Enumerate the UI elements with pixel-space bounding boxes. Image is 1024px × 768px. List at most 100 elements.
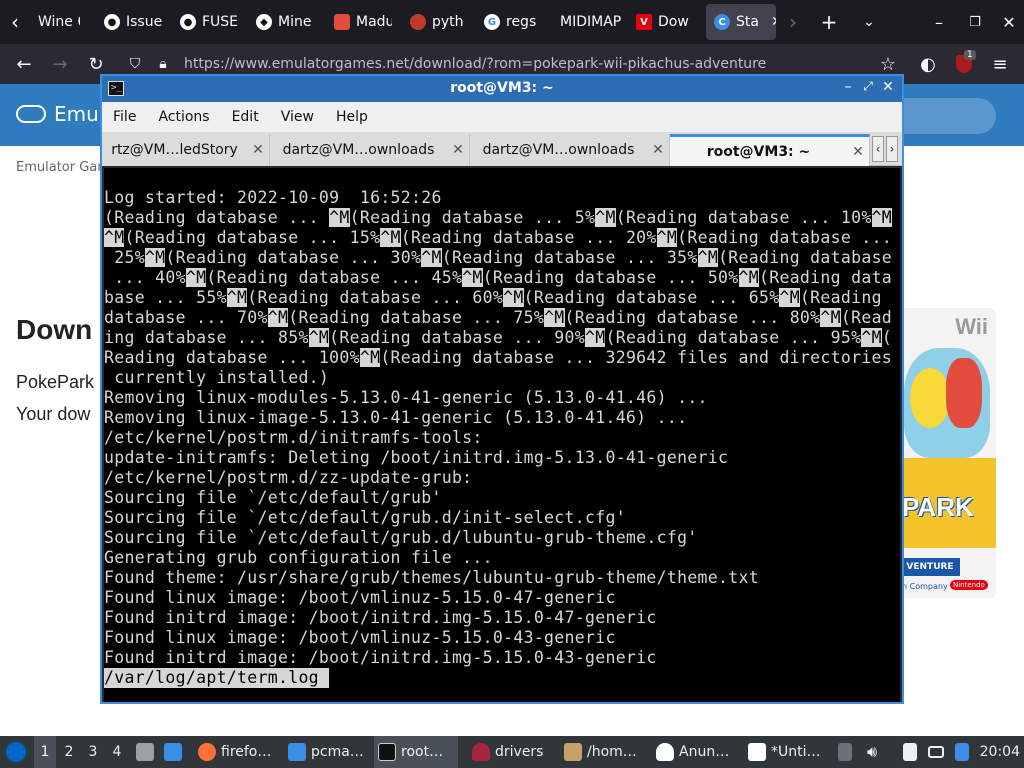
python-icon [410, 14, 426, 30]
terminal-line: Found initrd image: /boot/initrd.img-5.1… [104, 648, 657, 667]
workspace-1[interactable]: 1 [34, 736, 56, 768]
tab-scroll-right-icon[interactable]: › [886, 136, 898, 162]
cover-title: PARK [902, 492, 974, 522]
site-logo[interactable]: Emul [16, 102, 104, 126]
minimize-button[interactable]: – [922, 0, 956, 44]
terminal-line: Found theme: /usr/share/grub/themes/lubu… [104, 568, 759, 587]
terminal-icon [378, 743, 396, 761]
terminal-tab-active[interactable]: root@VM3: ~ ✕ [670, 134, 870, 166]
download-site-icon: V [636, 14, 652, 30]
maximize-button[interactable]: ⤢ [858, 79, 878, 99]
terminal-line: Found initrd image: /boot/initrd.img-5.1… [104, 608, 657, 627]
browser-tab[interactable]: pyth [402, 4, 470, 40]
maximize-button[interactable]: ❐ [958, 0, 992, 44]
tab-scroll-left-icon[interactable]: ‹ [872, 136, 884, 162]
browser-tab-label: FUSE [202, 14, 239, 30]
terminal-tab[interactable]: dartz@VM…ownloads ✕ [270, 134, 470, 166]
menu-edit[interactable]: Edit [221, 109, 270, 125]
ghost-icon [656, 743, 674, 761]
task-archive[interactable]: /hom… [560, 736, 644, 768]
clipboard-icon[interactable] [900, 736, 920, 768]
back-button[interactable]: ← [8, 44, 40, 84]
browser-tab-label: Dow [658, 14, 689, 30]
menu-view[interactable]: View [270, 109, 325, 125]
workspace-2[interactable]: 2 [58, 736, 80, 768]
menu-icon[interactable]: ≡ [984, 44, 1016, 84]
show-desktop-icon[interactable] [162, 736, 184, 768]
browser-tab[interactable]: Wine 64 [30, 4, 80, 40]
breadcrumb[interactable]: Emulator Gam [16, 160, 110, 175]
extension-badge: 1 [964, 50, 976, 60]
task-firefox[interactable]: firefo… [194, 736, 278, 768]
wine-glass-icon [472, 743, 490, 761]
browser-tab[interactable]: Madu [326, 4, 392, 40]
browser-tab[interactable]: MIDIMAP [552, 4, 622, 40]
browser-tab-label: Sta [736, 14, 759, 30]
ublock-icon[interactable]: 1 [948, 44, 980, 84]
close-tab-icon[interactable]: ✕ [847, 144, 869, 160]
terminal-title: root@VM3: ~ [450, 80, 554, 96]
tab-scroll-left-button[interactable]: ‹ [0, 0, 30, 44]
minimize-button[interactable]: – [838, 79, 858, 99]
browser-tab[interactable]: ● Issue [96, 4, 164, 40]
start-menu-button[interactable] [4, 736, 28, 768]
clock[interactable]: 20:04 [980, 744, 1020, 760]
game-name-text: PokePark [16, 372, 95, 392]
archive-icon [564, 743, 582, 761]
task-text-editor[interactable]: *Unti… [744, 736, 828, 768]
volume-icon[interactable]: 🔊︎ [862, 736, 882, 768]
terminal-line: update-initramfs: Deleting /boot/initrd.… [104, 448, 729, 467]
github-icon: ● [180, 14, 196, 30]
close-tab-icon[interactable]: ✕ [771, 14, 776, 30]
close-tab-icon[interactable]: ✕ [247, 142, 269, 158]
lock-icon[interactable]: 🔒︎ [152, 56, 174, 72]
terminal-tab[interactable]: rtz@VM…ledStory ✕ [102, 134, 270, 166]
cover-art-character [946, 358, 982, 428]
close-window-button[interactable]: ✕ [992, 0, 1024, 44]
trash-icon[interactable] [134, 736, 156, 768]
list-tabs-button[interactable]: ⌄ [854, 0, 884, 44]
task-label: drivers [495, 744, 544, 760]
browser-tab-label: Madu [356, 14, 392, 30]
task-anun[interactable]: Anun… [652, 736, 736, 768]
workspace-3[interactable]: 3 [82, 736, 104, 768]
menu-actions[interactable]: Actions [147, 109, 220, 125]
browser-tab-active[interactable]: C Sta ✕ [706, 4, 776, 40]
terminal-tab-label: dartz@VM…ownloads [482, 142, 635, 158]
update-notifier-icon[interactable] [952, 736, 972, 768]
task-drivers[interactable]: drivers [468, 736, 552, 768]
terminal-output[interactable]: Log started: 2022-10-09 16:52:26 (Reading… [104, 168, 900, 702]
browser-tab-strip: ‹ Wine 64 ● Issue ● FUSE ◆ Mine Madu pyt… [0, 0, 1024, 44]
task-terminal[interactable]: root… [374, 736, 458, 768]
shield-icon[interactable]: ⛉ [124, 56, 146, 72]
browser-tab[interactable]: V Dow [628, 4, 700, 40]
task-pcmanfm[interactable]: pcma… [284, 736, 368, 768]
close-button[interactable]: ✕ [878, 79, 898, 99]
menu-help[interactable]: Help [325, 109, 379, 125]
forward-button[interactable]: → [44, 44, 76, 84]
terminal-tab-label: rtz@VM…ledStory [111, 142, 238, 158]
network-icon[interactable] [926, 736, 946, 768]
close-tab-icon[interactable]: ✕ [447, 142, 469, 158]
close-tab-icon[interactable]: ✕ [647, 142, 669, 158]
tab-scroll-right-button[interactable]: › [778, 0, 808, 44]
browser-tab[interactable]: ◆ Mine [248, 4, 316, 40]
extension-icon[interactable]: ◐ [912, 44, 944, 84]
terminal-line: Reading database ... 100%^M(Reading data… [104, 348, 893, 367]
terminal-line: Sourcing file `/etc/default/grub.d/lubun… [104, 528, 698, 547]
browser-tab[interactable]: G regs [476, 4, 544, 40]
browser-tab-label: Issue [126, 14, 163, 30]
terminal-tab[interactable]: dartz@VM…ownloads ✕ [470, 134, 670, 166]
menu-file[interactable]: File [102, 109, 147, 125]
workspace-4[interactable]: 4 [106, 736, 128, 768]
browser-tab-label: MIDIMAP [560, 14, 622, 30]
terminal-line: Log started: 2022-10-09 16:52:26 [104, 188, 442, 207]
terminal-titlebar[interactable]: >_ root@VM3: ~ – ⤢ ✕ [102, 76, 902, 102]
browser-tab[interactable]: ● FUSE [172, 4, 240, 40]
terminal-line: /etc/kernel/postrm.d/initramfs-tools: [104, 428, 483, 447]
terminal-tab-label: dartz@VM…ownloads [282, 142, 435, 158]
terminal-line: Generating grub configuration file ... [104, 548, 493, 567]
keyboard-layout-icon[interactable] [836, 736, 854, 768]
clipboard-icon-glyph [903, 743, 917, 761]
new-tab-button[interactable]: + [814, 0, 844, 44]
